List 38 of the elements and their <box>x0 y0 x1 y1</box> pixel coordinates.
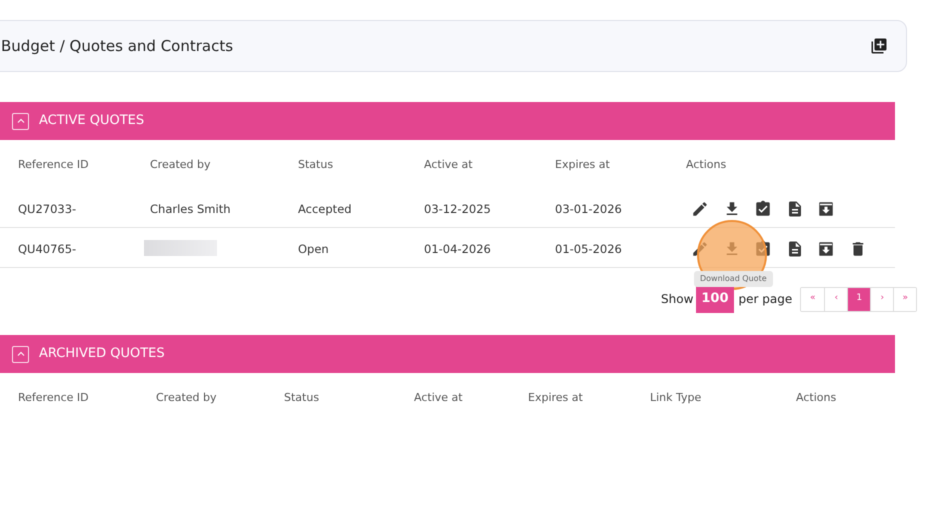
tooltip: Download Quote <box>694 271 773 287</box>
table-cell-text: 01-04-2026 <box>424 241 491 258</box>
per-page-label: per page <box>738 291 792 308</box>
pagination-button[interactable]: 1 <box>847 288 870 310</box>
column-header: Expires at <box>528 390 583 406</box>
column-header: Actions <box>686 157 726 173</box>
archive-box-icon[interactable] <box>817 240 835 258</box>
column-header: Reference ID <box>18 157 89 173</box>
add-icon[interactable] <box>870 37 888 55</box>
pagination-button[interactable]: » <box>893 288 916 310</box>
column-header: Created by <box>156 390 217 406</box>
table-cell-text: QU40765- <box>18 241 76 258</box>
column-header: Active at <box>424 157 473 173</box>
column-header: Link Type <box>650 390 702 406</box>
page-title: Budget / Quotes and Contracts <box>1 36 234 57</box>
show-label: Show <box>661 291 694 308</box>
table-cell-text: QU27033- <box>18 201 76 218</box>
column-header: Created by <box>150 157 211 173</box>
clipboard-check-icon[interactable] <box>754 200 772 218</box>
column-header: Expires at <box>555 157 610 173</box>
table-cell-text: 01-05-2026 <box>555 241 622 258</box>
edit-pencil-icon[interactable] <box>691 200 709 218</box>
column-header: Active at <box>414 390 463 406</box>
column-header: Reference ID <box>18 390 89 406</box>
table-cell-text: Accepted <box>298 201 352 218</box>
table-cell-text: Charles Smith <box>150 201 231 218</box>
collapse-toggle[interactable] <box>12 112 29 130</box>
table-cell-text: Open <box>298 241 329 258</box>
section-title: ARCHIVED QUOTES <box>39 345 165 364</box>
table-cell-text: 03-12-2025 <box>424 201 491 218</box>
page-size-select[interactable]: 100 <box>696 285 734 313</box>
column-header: Status <box>298 157 334 173</box>
column-header: Status <box>284 390 320 406</box>
column-header: Actions <box>796 390 836 406</box>
table-cell-text: 03-01-2026 <box>555 201 622 218</box>
archive-box-icon[interactable] <box>817 200 835 218</box>
section-title: ACTIVE QUOTES <box>39 112 144 130</box>
collapse-toggle[interactable] <box>12 346 29 362</box>
